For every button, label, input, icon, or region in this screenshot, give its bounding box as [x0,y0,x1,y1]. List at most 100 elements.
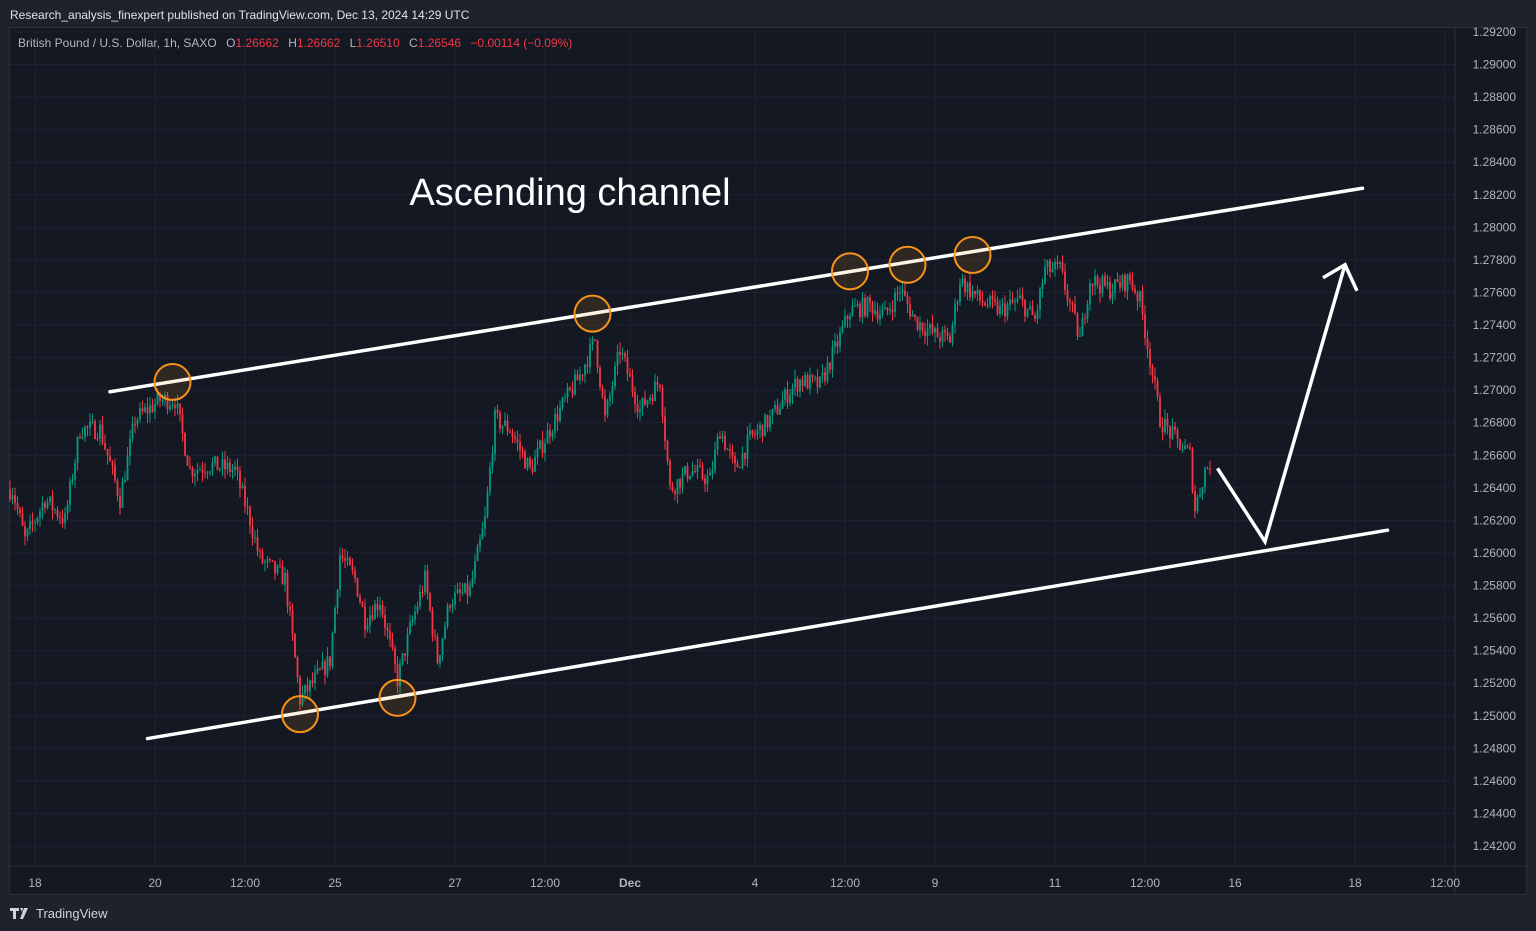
candle-down [859,304,861,318]
price-tick-label: 1.25800 [1473,579,1517,593]
candle-down [634,391,636,405]
candle-down [21,513,24,526]
candle-up [564,397,566,399]
candle-up [554,414,556,433]
candle-down [24,525,26,537]
channel-upper-line [108,186,1365,394]
candle-down [701,466,704,479]
price-tick-label: 1.24600 [1473,774,1517,788]
candle-down [1209,468,1211,471]
candle-down [944,330,946,333]
candle-down [371,615,374,620]
candle-up [941,330,944,342]
price-chart[interactable]: 1.29200 1.29000 1.28800 1.28600 1.28400 1.282… [0,0,1536,931]
candle-down [824,372,826,381]
candle-down [991,296,994,300]
candle-down [341,555,344,559]
candle-up [579,374,581,381]
candle-down [509,431,511,433]
candle-up [1111,292,1114,299]
candle-up [84,426,86,438]
candle-down [731,451,734,457]
candle-up [406,633,409,656]
candle-up [1044,266,1046,284]
price-tick-label: 1.29200 [1473,25,1517,39]
candle-down [324,661,326,676]
high-label: H [288,36,297,50]
candle-up [989,296,991,306]
candle-down [906,295,909,304]
candle-up [1029,306,1031,309]
candle-down [44,503,46,508]
time-tick-label: 12:00 [1430,876,1460,890]
candle-up [691,470,694,476]
candle-down [571,389,574,395]
candle-down [914,314,916,317]
candle-down [594,338,596,341]
candle-down [146,407,149,414]
candle-down [59,516,61,519]
candle-down [624,353,626,358]
candle-up [681,473,684,488]
candle-up [476,546,479,561]
candle-up [149,405,151,414]
candle-up [99,424,101,439]
candle-up [1046,260,1049,267]
candle-up [176,403,179,409]
candle-down [659,385,661,388]
price-tick-label: 1.25200 [1473,676,1517,690]
candle-down [816,376,819,388]
candle-down [801,379,804,387]
candle-down [1116,279,1119,283]
candle-down [674,490,676,495]
candle-down [796,379,799,392]
candle-up [336,589,339,608]
candle-up [49,496,51,502]
candle-down [719,436,721,439]
candle-up [74,462,76,480]
time-tick-label: 11 [1049,876,1062,890]
candle-down [1194,491,1196,512]
candle-down [319,668,321,670]
candle-down [1099,285,1101,294]
candle-up [566,387,569,398]
candle-down [269,559,271,561]
candle-up [456,589,459,593]
candle-down [581,374,584,376]
candle-up [819,376,821,388]
candle-up [834,341,836,347]
candle-down [974,290,976,295]
candle-up [789,394,791,403]
candle-down [1096,276,1099,286]
candle-down [429,593,431,611]
candle-down [361,602,364,607]
candle-up [1094,276,1096,286]
candle-down [381,605,384,616]
candle-up [1196,496,1199,512]
candle-down [1149,348,1151,367]
time-tick-label: 18 [1348,876,1362,890]
candle-up [479,539,481,547]
candle-down [291,610,294,634]
candle-down [939,337,941,342]
candle-down [184,432,186,456]
candle-down [776,404,779,415]
candle-up [1014,301,1016,303]
candle-up [854,305,856,307]
candle-down [1169,426,1171,439]
candle-down [189,465,191,468]
candle-down [239,470,241,488]
candle-down [909,303,911,317]
candle-down [586,364,589,367]
candle-down [386,627,389,631]
candle-down [134,423,136,425]
candle-up [616,351,619,366]
candle-up [264,561,266,563]
price-tick-label: 1.26000 [1473,546,1517,560]
channel-lower-line [145,528,1390,741]
candle-down [421,591,424,593]
candle-down [9,489,11,500]
candle-down [521,450,524,452]
candle-up [231,469,234,472]
candle-up [441,638,444,656]
